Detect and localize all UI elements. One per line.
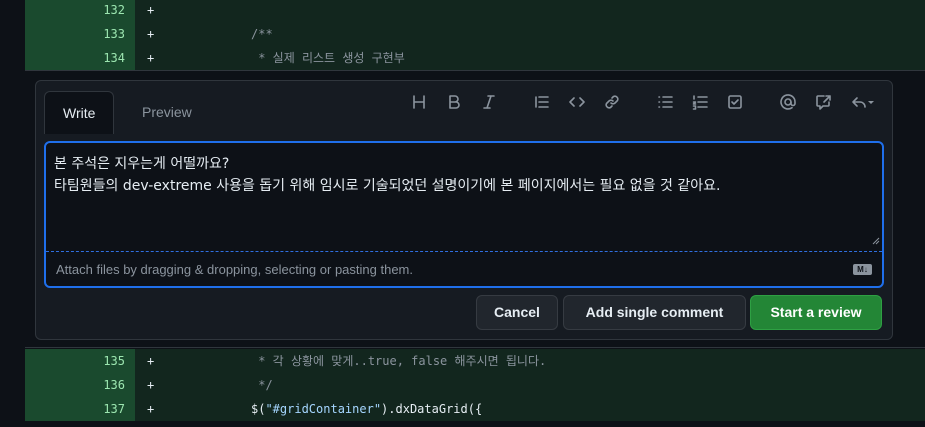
comment-textarea[interactable]: [54, 153, 874, 249]
line-number[interactable]: 136: [25, 373, 135, 397]
quote-icon[interactable]: [531, 91, 553, 113]
bold-icon[interactable]: [443, 91, 465, 113]
task-list-icon[interactable]: [724, 91, 746, 113]
heading-icon[interactable]: [408, 91, 430, 113]
diff-line: 134 + * 실제 리스트 생성 구현부: [0, 46, 925, 70]
attach-files-hint[interactable]: Attach files by dragging & dropping, sel…: [56, 255, 413, 285]
code-token: ).dxDataGrid({: [381, 402, 483, 416]
added-sign: +: [147, 378, 155, 392]
tab-preview[interactable]: Preview: [124, 91, 210, 134]
link-icon[interactable]: [601, 91, 623, 113]
added-sign: +: [147, 51, 155, 65]
code-icon[interactable]: [566, 91, 588, 113]
added-sign: +: [147, 3, 155, 17]
start-review-button[interactable]: Start a review: [750, 295, 882, 330]
added-sign: +: [147, 354, 155, 368]
diff-line: 136 + */: [0, 373, 925, 397]
line-number[interactable]: 137: [25, 397, 135, 421]
diff-line: 135 + * 각 상황에 맞게..true, false 해주시면 됩니다.: [0, 349, 925, 373]
comment-editor: Attach files by dragging & dropping, sel…: [44, 141, 884, 288]
unordered-list-icon[interactable]: [654, 91, 676, 113]
diff-line: 133 + /**: [0, 22, 925, 46]
markdown-toolbar: [408, 91, 888, 113]
reply-icon[interactable]: [847, 91, 879, 113]
added-sign: +: [147, 27, 155, 41]
code-line: /**: [251, 27, 273, 41]
diff-line: 132 +: [0, 0, 925, 22]
tab-write[interactable]: Write: [44, 91, 115, 134]
diff-gutter: [0, 373, 25, 397]
code-line: */: [251, 378, 273, 392]
add-single-comment-button[interactable]: Add single comment: [563, 295, 746, 330]
editor-divider: [46, 251, 882, 252]
mention-icon[interactable]: [777, 91, 799, 113]
code-line: $("#gridContainer").dxDataGrid({: [251, 397, 482, 421]
ordered-list-icon[interactable]: [689, 91, 711, 113]
diff-gutter: [0, 349, 25, 373]
code-string: "#gridContainer": [265, 402, 382, 416]
code-line: * 실제 리스트 생성 구현부: [251, 51, 405, 65]
diff-gutter: [0, 46, 25, 70]
diff-gutter: [0, 22, 25, 46]
diff-gutter: [0, 0, 25, 22]
cross-reference-icon[interactable]: [812, 91, 834, 113]
line-number[interactable]: 133: [25, 22, 135, 46]
line-number[interactable]: 135: [25, 349, 135, 373]
cancel-button[interactable]: Cancel: [476, 295, 558, 330]
line-number[interactable]: 134: [25, 46, 135, 70]
code-line: * 각 상황에 맞게..true, false 해주시면 됩니다.: [251, 354, 547, 368]
italic-icon[interactable]: [478, 91, 500, 113]
comment-gutter: [0, 71, 25, 347]
added-sign: +: [147, 402, 155, 416]
resize-handle-icon[interactable]: [870, 235, 880, 245]
code-token: $(: [251, 402, 266, 416]
line-number[interactable]: 132: [25, 0, 135, 22]
diff-gutter: [0, 397, 25, 421]
diff-line: 137 + $("#gridContainer").dxDataGrid({: [0, 397, 925, 421]
markdown-icon[interactable]: M↓: [853, 264, 872, 275]
